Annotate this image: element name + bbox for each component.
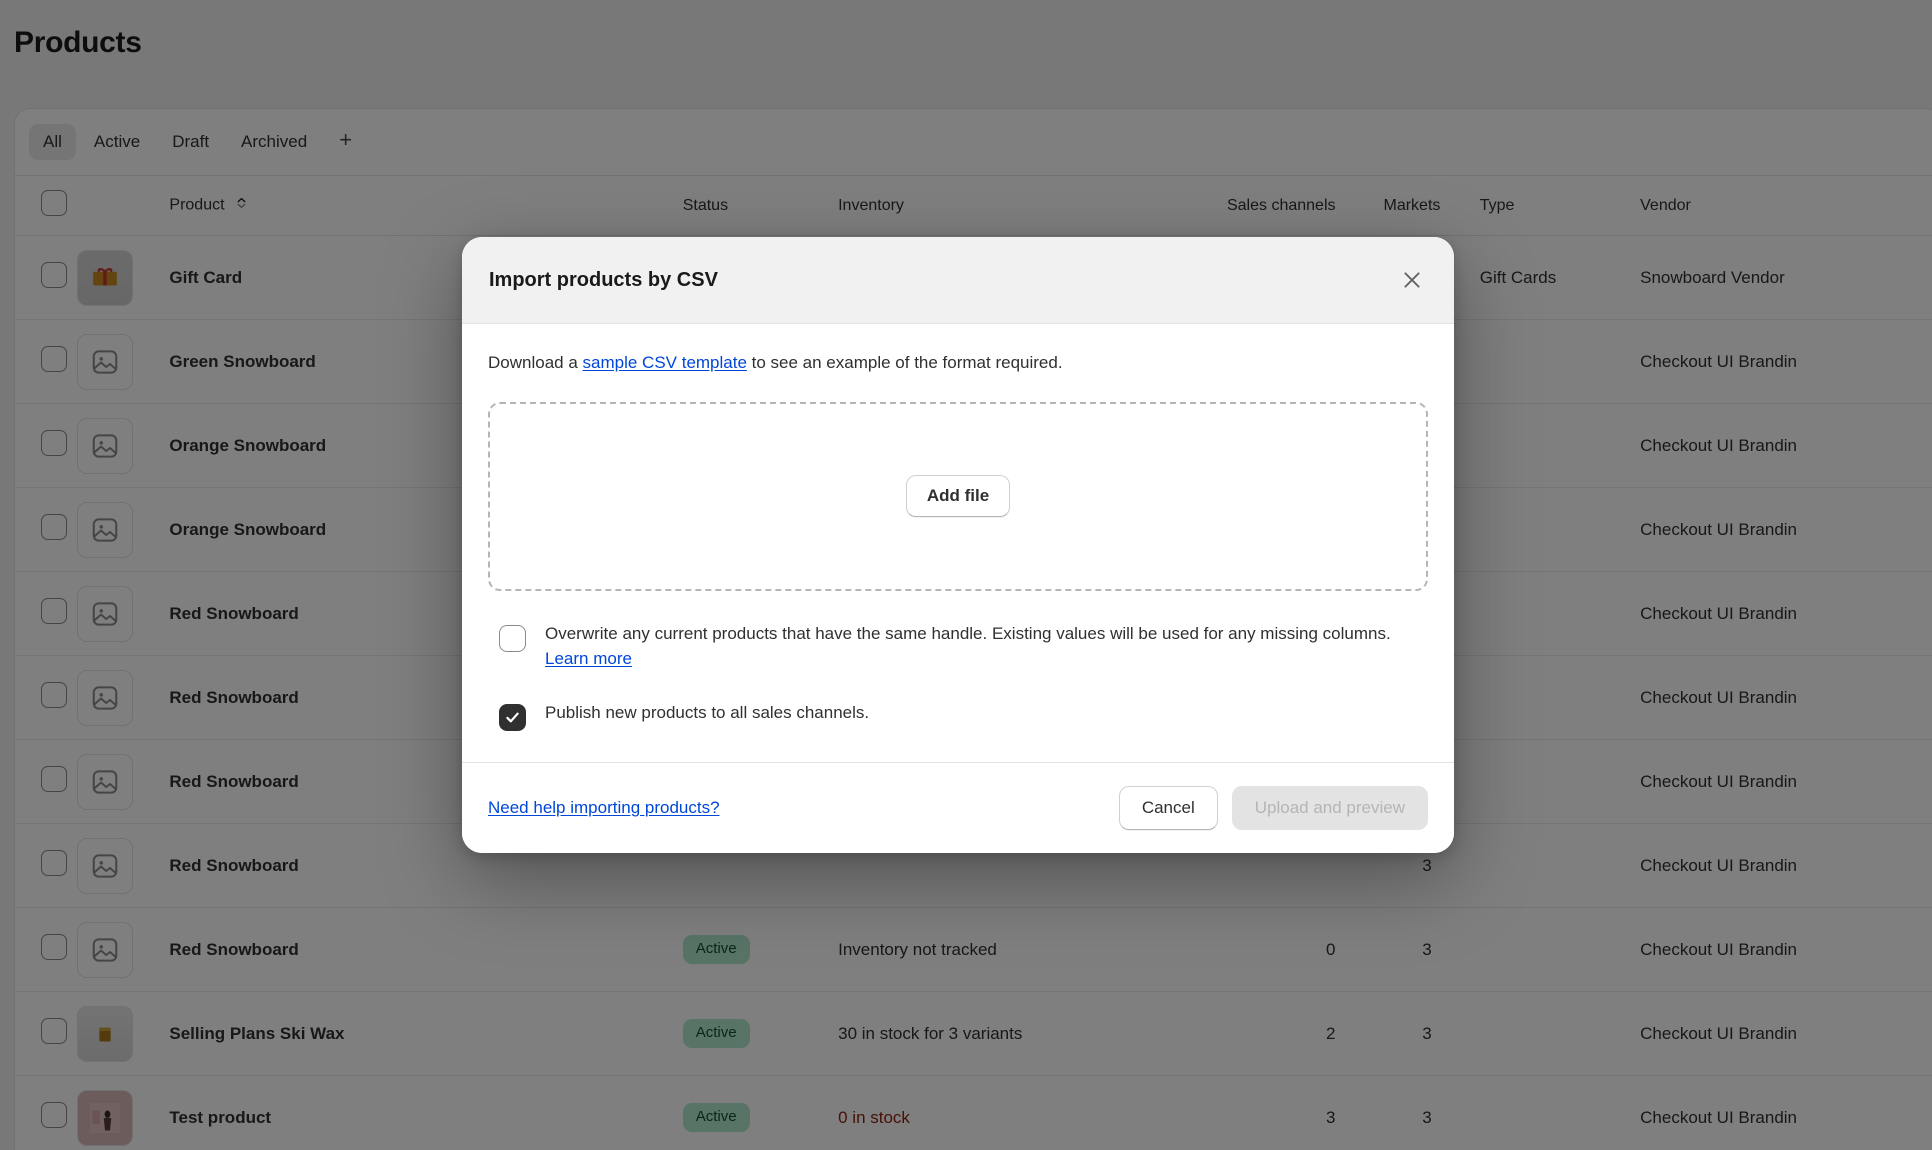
overwrite-checkbox[interactable] [499, 624, 526, 652]
publish-label: Publish new products to all sales channe… [545, 702, 870, 722]
overwrite-option-row: Overwrite any current products that have… [488, 591, 1428, 671]
publish-option-row: Publish new products to all sales channe… [488, 671, 1428, 762]
overwrite-label-text: Overwrite any current products that have… [545, 623, 1391, 643]
modal-body: Download a sample CSV template to see an… [462, 324, 1454, 762]
modal-title: Import products by CSV [489, 268, 718, 291]
modal-header: Import products by CSV [462, 237, 1454, 324]
modal-footer: Need help importing products? Cancel Upl… [462, 761, 1454, 853]
file-dropzone[interactable]: Add file [488, 401, 1428, 591]
add-file-button[interactable]: Add file [905, 475, 1011, 517]
app-root: Products AllActiveDraftArchived+ Product [0, 0, 1932, 1150]
intro-text-before: Download a [488, 353, 583, 372]
sample-csv-template-link[interactable]: sample CSV template [583, 353, 747, 372]
cancel-button[interactable]: Cancel [1118, 785, 1218, 830]
close-icon[interactable] [1394, 262, 1430, 298]
need-help-link[interactable]: Need help importing products? [488, 798, 720, 818]
footer-actions: Cancel Upload and preview [1118, 785, 1428, 830]
intro-text-after: to see an example of the format required… [746, 353, 1063, 372]
publish-checkbox[interactable] [499, 703, 526, 731]
upload-and-preview-button[interactable]: Upload and preview [1231, 785, 1428, 830]
import-products-modal: Import products by CSV Download a sample… [462, 237, 1454, 853]
intro-text: Download a sample CSV template to see an… [488, 350, 1428, 376]
learn-more-link[interactable]: Learn more [545, 649, 632, 668]
overwrite-label: Overwrite any current products that have… [545, 621, 1428, 671]
